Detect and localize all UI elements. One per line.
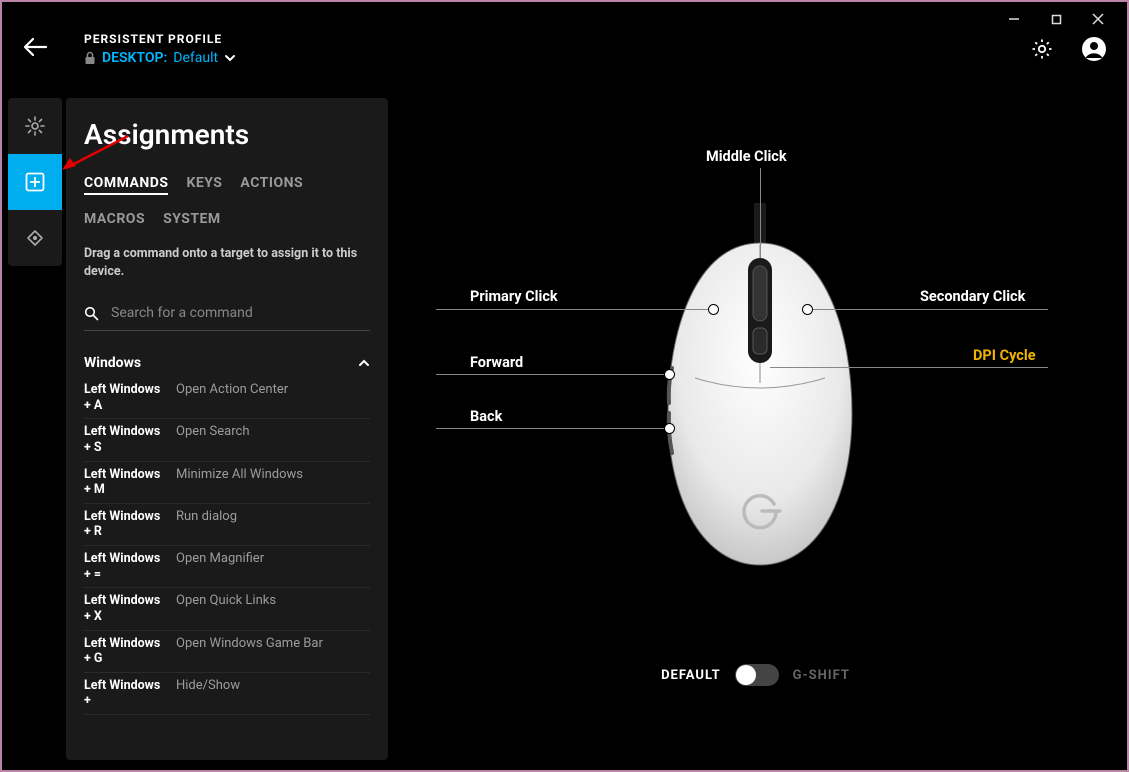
nav-sensitivity[interactable] xyxy=(8,210,62,266)
mouse-target-secondary[interactable] xyxy=(802,304,813,315)
toggle-label-default: DEFAULT xyxy=(661,668,721,683)
command-label: Open Action Center xyxy=(176,382,288,399)
chevron-down-icon xyxy=(224,53,236,63)
command-row[interactable]: Left Windows + M Minimize All Windows xyxy=(84,462,370,504)
mouse-label-secondary: Secondary Click xyxy=(920,288,1025,305)
command-row[interactable]: Left Windows + S Open Search xyxy=(84,419,370,461)
desktop-value: Default xyxy=(173,50,218,66)
mouse-target-back[interactable] xyxy=(664,423,675,434)
command-list[interactable]: Windows Left Windows + A Open Action Cen… xyxy=(84,349,376,760)
nav-lighting[interactable] xyxy=(8,98,62,154)
command-shortcut: Left Windows + G xyxy=(84,636,170,667)
settings-button[interactable] xyxy=(1029,36,1055,62)
leader-line xyxy=(436,374,668,375)
command-row[interactable]: Left Windows + X Open Quick Links xyxy=(84,588,370,630)
command-row[interactable]: Left Windows + G Open Windows Game Bar xyxy=(84,631,370,673)
command-label: Open Magnifier xyxy=(176,551,264,568)
chevron-up-icon xyxy=(358,358,370,368)
command-row[interactable]: Left Windows + R Run dialog xyxy=(84,504,370,546)
tab-system[interactable]: SYSTEM xyxy=(163,211,221,227)
nav-assignments[interactable] xyxy=(8,154,62,210)
command-label: Open Windows Game Bar xyxy=(176,636,323,653)
leader-line xyxy=(805,309,1048,310)
mode-toggle[interactable] xyxy=(735,664,779,686)
window-maximize-button[interactable] xyxy=(1049,12,1063,26)
command-row[interactable]: Left Windows + = Open Magnifier xyxy=(84,546,370,588)
window-close-button[interactable] xyxy=(1091,12,1105,26)
command-shortcut: Left Windows + = xyxy=(84,551,170,582)
command-label: Minimize All Windows xyxy=(176,467,303,484)
mouse-illustration xyxy=(650,203,870,573)
command-row[interactable]: Left Windows + Hide/Show xyxy=(84,673,370,715)
command-group-name: Windows xyxy=(84,355,141,371)
command-shortcut: Left Windows + xyxy=(84,678,170,709)
leader-line xyxy=(436,309,711,310)
window-minimize-button[interactable] xyxy=(1007,12,1021,26)
mouse-target-forward[interactable] xyxy=(664,369,675,380)
mouse-label-dpi: DPI Cycle xyxy=(973,347,1036,364)
mouse-label-back: Back xyxy=(470,408,502,425)
mouse-label-forward: Forward xyxy=(470,354,523,371)
command-group-header[interactable]: Windows xyxy=(84,349,370,377)
leader-line xyxy=(436,428,668,429)
command-shortcut: Left Windows + X xyxy=(84,593,170,624)
panel-hint: Drag a command onto a target to assign i… xyxy=(84,245,370,280)
profile-selector[interactable]: DESKTOP: Default xyxy=(84,50,236,66)
desktop-label: DESKTOP: xyxy=(102,50,167,66)
tab-actions[interactable]: ACTIONS xyxy=(240,175,303,195)
nav-rail xyxy=(8,98,62,266)
mouse-label-middle: Middle Click xyxy=(706,148,787,165)
panel-title: Assignments xyxy=(84,118,370,151)
command-shortcut: Left Windows + A xyxy=(84,382,170,413)
account-button[interactable] xyxy=(1081,36,1107,62)
leader-line xyxy=(760,168,761,258)
assignments-panel: Assignments COMMANDS KEYS ACTIONS MACROS… xyxy=(66,98,388,760)
command-label: Open Search xyxy=(176,424,249,441)
back-button[interactable] xyxy=(22,36,48,62)
panel-tabs: COMMANDS KEYS ACTIONS MACROS SYSTEM xyxy=(84,175,370,227)
command-shortcut: Left Windows + R xyxy=(84,509,170,540)
command-label: Run dialog xyxy=(176,509,237,526)
command-shortcut: Left Windows + S xyxy=(84,424,170,455)
command-row[interactable]: Left Windows + A Open Action Center xyxy=(84,377,370,419)
profile-caption: PERSISTENT PROFILE xyxy=(84,32,236,46)
lock-icon xyxy=(84,51,96,65)
device-view: Middle Click Primary Click Secondary Cli… xyxy=(388,98,1123,766)
command-label: Hide/Show xyxy=(176,678,240,695)
mouse-target-primary[interactable] xyxy=(708,304,719,315)
search-icon xyxy=(84,306,99,321)
search-input[interactable] xyxy=(109,304,370,322)
mouse-label-primary: Primary Click xyxy=(470,288,558,305)
tab-macros[interactable]: MACROS xyxy=(84,211,145,227)
tab-keys[interactable]: KEYS xyxy=(186,175,222,195)
command-label: Open Quick Links xyxy=(176,593,276,610)
leader-line xyxy=(770,367,1048,368)
tab-commands[interactable]: COMMANDS xyxy=(84,175,168,195)
command-shortcut: Left Windows + M xyxy=(84,467,170,498)
toggle-label-gshift: G-SHIFT xyxy=(793,668,850,683)
